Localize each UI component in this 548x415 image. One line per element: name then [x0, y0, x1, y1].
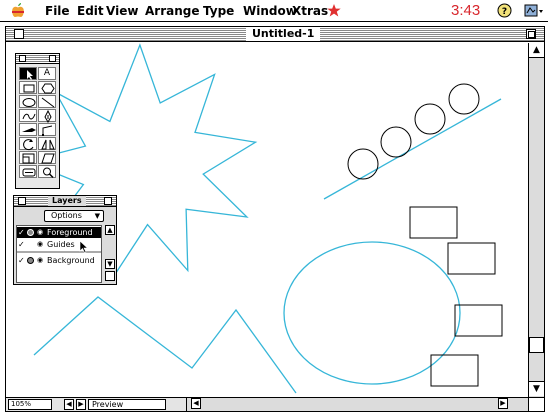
rectangle-tool-icon[interactable]	[19, 81, 37, 94]
scroll-right-arrow-icon[interactable]: ▶	[498, 398, 508, 409]
polygon-tool-icon[interactable]	[38, 81, 56, 94]
layers-zoom-box[interactable]	[104, 197, 112, 205]
window-title: Untitled-1	[246, 27, 321, 41]
apple-menu-icon[interactable]	[10, 3, 26, 18]
rotate-tool-icon[interactable]	[19, 137, 37, 151]
scroll-down-arrow-icon[interactable]: ▼	[529, 381, 544, 396]
line-tool-icon[interactable]	[38, 95, 56, 108]
zoom-box[interactable]	[526, 29, 536, 39]
layer-display-dot-icon[interactable]	[27, 257, 34, 264]
menu-window[interactable]: Window	[243, 3, 297, 19]
layers-resize-icon[interactable]	[105, 271, 115, 281]
toolbox-title-bar[interactable]	[16, 54, 59, 64]
help-icon[interactable]: ?	[497, 3, 512, 18]
skew-tool-icon[interactable]	[38, 151, 56, 164]
layer-row-foreground[interactable]: ✓ ◉ Foreground	[17, 227, 101, 238]
horizontal-scrollbar[interactable]: ◀ ▶	[186, 398, 528, 411]
layer-display-dot-icon[interactable]	[27, 229, 34, 236]
toolbox-panel: A	[15, 53, 60, 189]
circle-4[interactable]	[448, 83, 480, 115]
layers-title: Layers	[48, 196, 86, 206]
freehand-tool-icon[interactable]	[19, 109, 37, 122]
layers-title-bar[interactable]: Layers	[14, 196, 116, 207]
layers-options-button[interactable]: Options ▼	[44, 210, 104, 222]
rectangle-1[interactable]	[409, 206, 458, 239]
options-arrow-icon: ▼	[94, 212, 100, 220]
layers-close-box[interactable]	[18, 197, 26, 205]
layers-list: ✓ ◉ Foreground ✓ ◉ Guides ✓ ◉ Background	[16, 225, 102, 283]
clock: 3:43	[451, 2, 481, 19]
text-tool-icon[interactable]: A	[38, 67, 56, 80]
pointer-tool-icon[interactable]	[19, 67, 37, 80]
layers-scroll-down-icon[interactable]: ▼	[105, 259, 115, 269]
diagonal-line[interactable]	[323, 98, 502, 200]
vertical-scrollbar[interactable]: ▲ ▼	[528, 43, 544, 397]
layer-lock-icon[interactable]: ◉	[37, 239, 43, 250]
large-ellipse[interactable]	[283, 241, 461, 385]
scroll-thumb[interactable]	[529, 337, 544, 353]
resize-grip-icon[interactable]	[528, 398, 544, 411]
scroll-left-arrow-icon[interactable]: ◀	[191, 398, 201, 409]
layer-lock-icon[interactable]: ◉	[37, 227, 43, 238]
trace-tool-icon[interactable]	[19, 165, 37, 178]
toolbox-zoom-box[interactable]	[49, 55, 56, 62]
view-mode-label: Preview	[92, 400, 124, 409]
page-next-icon[interactable]: ▶	[76, 399, 86, 410]
title-bar[interactable]: Untitled-1	[6, 27, 544, 42]
view-mode-select[interactable]: Preview	[88, 399, 166, 410]
rectangle-2[interactable]	[447, 242, 496, 275]
scale-tool-icon[interactable]	[19, 151, 37, 164]
scroll-up-arrow-icon[interactable]: ▲	[529, 43, 544, 58]
layer-visible-check-icon[interactable]: ✓	[18, 227, 25, 238]
bezigon-tool-icon[interactable]	[38, 123, 56, 136]
toolbox-close-box[interactable]	[19, 55, 26, 62]
close-box[interactable]	[14, 29, 24, 39]
circle-2[interactable]	[380, 126, 412, 158]
xtras-star-icon	[327, 4, 341, 17]
text-tool-label: A	[43, 68, 51, 78]
layer-lock-icon[interactable]: ◉	[37, 255, 43, 266]
layers-options-label: Options	[51, 211, 82, 220]
menu-file[interactable]: File	[45, 3, 70, 19]
page-prev-icon[interactable]: ◀	[64, 399, 74, 410]
mouse-cursor-icon	[79, 240, 89, 253]
menu-view[interactable]: View	[106, 3, 138, 19]
layer-name: Guides	[47, 240, 75, 249]
layers-side-scrollbar: ▲ ▼	[104, 225, 116, 283]
layers-scroll-up-icon[interactable]: ▲	[105, 225, 115, 235]
status-bar: 105% ◀ ▶ Preview ◀ ▶	[6, 397, 544, 411]
zigzag-line[interactable]	[33, 296, 297, 394]
menu-arrange[interactable]: Arrange	[145, 3, 200, 19]
rectangle-3[interactable]	[454, 304, 503, 337]
pen-tool-icon[interactable]	[38, 109, 56, 123]
layer-visible-check-icon[interactable]: ✓	[18, 239, 25, 250]
layer-row-background[interactable]: ✓ ◉ Background	[17, 255, 101, 266]
zoom-tool-icon[interactable]	[38, 165, 56, 179]
menu-bar: File Edit View Arrange Type Window Xtras…	[0, 0, 548, 22]
layer-name: Background	[47, 256, 95, 265]
zoom-level-field[interactable]: 105%	[8, 399, 52, 410]
circle-3[interactable]	[414, 103, 446, 135]
ellipse-tool-icon[interactable]	[19, 95, 37, 108]
svg-text:?: ?	[502, 7, 507, 17]
layer-visible-check-icon[interactable]: ✓	[18, 255, 25, 266]
menu-xtras[interactable]: Xtras	[292, 3, 328, 19]
menu-edit[interactable]: Edit	[77, 3, 104, 19]
menu-type[interactable]: Type	[203, 3, 234, 19]
layers-panel: Layers Options ▼ ✓ ◉ Foreground ✓ ◉ Guid…	[13, 195, 117, 285]
knife-tool-icon[interactable]	[19, 123, 37, 136]
reflect-tool-icon[interactable]	[38, 137, 56, 150]
circle-1[interactable]	[347, 148, 379, 180]
application-icon[interactable]	[524, 3, 544, 18]
layer-name: Foreground	[47, 228, 93, 237]
